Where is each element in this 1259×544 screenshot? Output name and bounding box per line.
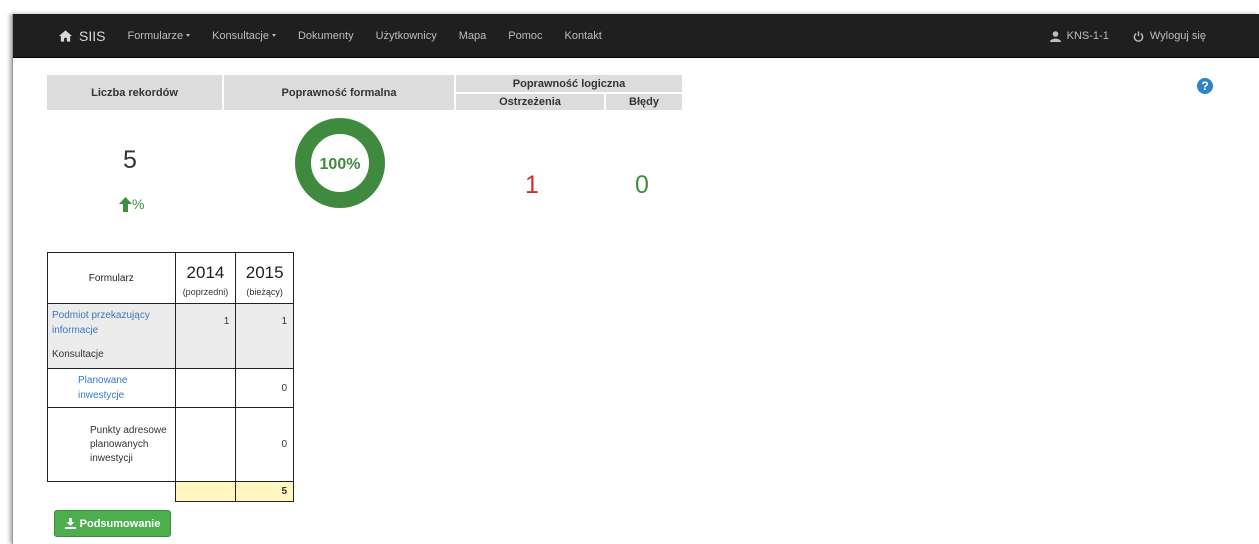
- formal-correctness-donut: 100%: [295, 118, 385, 208]
- table-row: Planowane inwestycje 0: [47, 368, 294, 408]
- errors-count: 0: [635, 171, 649, 199]
- table-row: Podmiot przekazujący informacje Konsulta…: [47, 303, 294, 369]
- year-cur: 2015: [245, 263, 284, 282]
- year-cur-header: 2015 (bieżący): [235, 252, 294, 304]
- totals-spacer: [48, 482, 176, 502]
- help-icon[interactable]: ?: [1197, 78, 1213, 94]
- warnings-header: Ostrzeżenia: [456, 94, 604, 110]
- warnings-count: 1: [525, 171, 539, 199]
- year-prev-sub: (poprzedni): [182, 287, 229, 297]
- form-cell: Planowane inwestycje: [47, 368, 176, 408]
- top-navbar: SIIS Formularze Konsultacje Dokumenty Uż…: [13, 14, 1259, 58]
- brand-label: SIIS: [79, 27, 106, 44]
- logout-link[interactable]: Wyloguj się: [1133, 30, 1206, 42]
- trend-label: %: [132, 196, 145, 212]
- nav-formularze-label: Formularze: [127, 29, 184, 42]
- form-column-header: Formularz: [47, 252, 176, 304]
- logout-label: Wyloguj się: [1149, 30, 1206, 42]
- download-icon: [64, 518, 76, 529]
- forms-table: Formularz 2014 (poprzedni) 2015 (bieżący…: [47, 252, 294, 502]
- brand-link[interactable]: SIIS: [59, 28, 105, 44]
- home-icon: [59, 29, 72, 42]
- power-icon: [1133, 30, 1144, 42]
- form-cell: Podmiot przekazujący informacje Konsulta…: [47, 303, 176, 369]
- value-prev: [174, 368, 237, 408]
- value-prev: 1: [174, 303, 237, 369]
- logic-header: Poprawność logiczna: [456, 75, 682, 92]
- form-label-punkty: Punkty adresowe planowanych inwestycji: [47, 407, 176, 482]
- value-prev: [174, 407, 237, 482]
- stats-header: Liczba rekordów Poprawność formalna Popr…: [47, 75, 682, 110]
- user-icon: [1049, 30, 1061, 42]
- year-prev-header: 2014 (poprzedni): [174, 252, 237, 304]
- app-window: SIIS Formularze Konsultacje Dokumenty Uż…: [12, 14, 1259, 544]
- year-cur-sub: (bieżący): [246, 287, 283, 297]
- record-trend: %: [119, 196, 144, 212]
- form-link-planowane[interactable]: Planowane inwestycje: [78, 375, 127, 401]
- records-header: Liczba rekordów: [47, 75, 222, 110]
- user-menu[interactable]: KNS-1-1: [1049, 30, 1109, 42]
- value-cur: 0: [235, 407, 294, 482]
- total-cur: 5: [235, 481, 294, 502]
- formal-header: Poprawność formalna: [224, 75, 454, 110]
- caret-down-icon: [186, 34, 191, 37]
- value-cur: 0: [235, 368, 294, 408]
- nav-formularze[interactable]: Formularze: [127, 29, 191, 42]
- nav-konsultacje-label: Konsultacje: [212, 29, 269, 42]
- errors-header: Błędy: [606, 94, 682, 110]
- nav-dokumenty[interactable]: Dokumenty: [298, 30, 354, 42]
- caret-down-icon: [271, 34, 276, 37]
- value-cur: 1: [235, 303, 294, 369]
- nav-kontakt[interactable]: Kontakt: [565, 30, 602, 42]
- arrow-up-icon: [119, 196, 132, 212]
- year-prev: 2014: [186, 263, 225, 282]
- nav-right: KNS-1-1 Wyloguj się: [1026, 14, 1206, 58]
- record-count: 5: [123, 146, 137, 174]
- totals-row: 5: [48, 481, 294, 502]
- user-name: KNS-1-1: [1066, 30, 1109, 42]
- donut-label: 100%: [320, 156, 361, 173]
- form-link-podmiot[interactable]: Podmiot przekazujący informacje: [52, 310, 150, 336]
- nav-mapa[interactable]: Mapa: [459, 30, 487, 42]
- nav-pomoc[interactable]: Pomoc: [508, 30, 542, 42]
- nav-konsultacje[interactable]: Konsultacje: [212, 30, 276, 42]
- section-label: Konsultacje: [52, 349, 104, 360]
- table-row: Punkty adresowe planowanych inwestycji 0: [47, 407, 294, 482]
- nav-uzytkownicy[interactable]: Użytkownicy: [376, 30, 437, 42]
- summary-label: Podsumowanie: [79, 517, 161, 530]
- summary-button[interactable]: Podsumowanie: [54, 510, 171, 537]
- total-prev: [174, 481, 237, 502]
